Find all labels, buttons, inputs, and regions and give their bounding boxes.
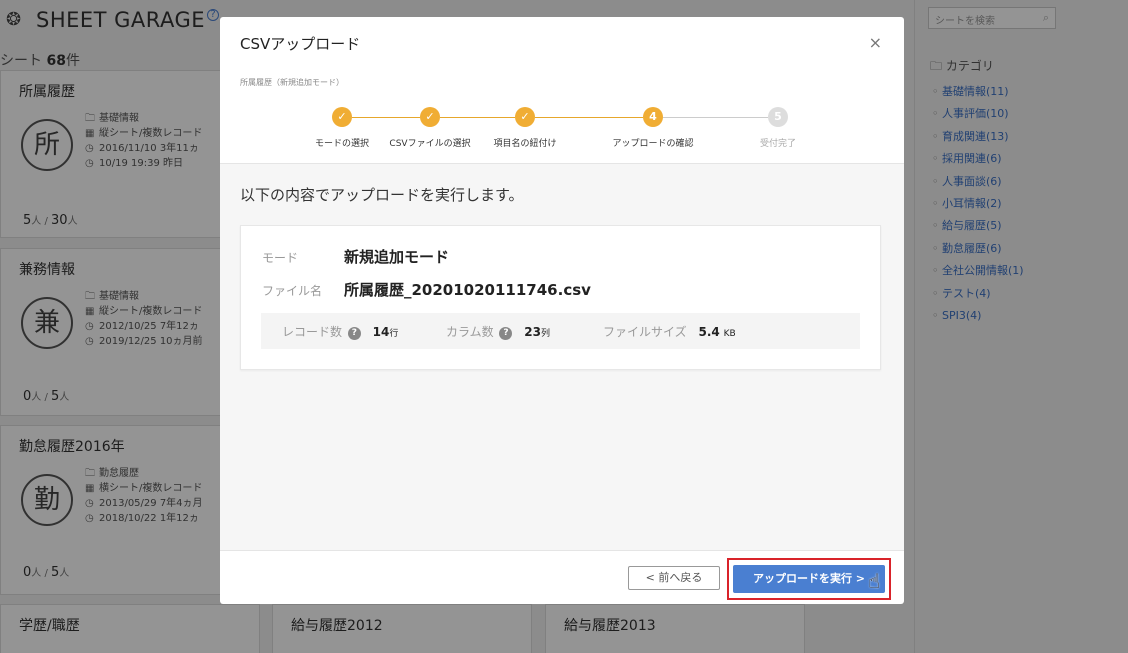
column-count: カラム数 ? 23列 [446,323,550,340]
dialog-title: CSVアップロード [240,35,361,53]
hand-cursor-icon: ☝ [868,569,881,593]
step-check-icon: ✓ [332,107,352,127]
step-label: モードの選択 [314,139,370,149]
columns-unit: 列 [541,329,551,339]
records-label: レコード数 [282,325,343,339]
step-connector [535,117,643,118]
execute-upload-button[interactable]: アップロードを実行 > [733,565,885,593]
stats-bar: レコード数 ? 14行 カラム数 ? 23列 ファイルサイズ 5.4 KB [261,313,860,349]
file-value: 所属履歴_20201020111746.csv [344,281,591,299]
dialog-subtitle: 所属履歴（新規追加モード） [240,78,344,87]
step-number-current: 4 [643,107,663,127]
records-unit: 行 [389,329,399,339]
upload-summary: モード 新規追加モード ファイル名 所属履歴_20201020111746.cs… [240,225,881,370]
size-unit: KB [723,329,736,339]
file-size: ファイルサイズ 5.4 KB [603,323,736,340]
file-label: ファイル名 [262,284,323,298]
help-icon[interactable]: ? [347,327,361,340]
help-icon[interactable]: ? [499,327,513,340]
step-label: 項目名の紐付け [493,139,557,149]
progress-stepper: ✓ ✓ ✓ 4 5 モードの選択 CSVファイルの選択 項目名の紐付け アップロ… [290,106,810,156]
size-value: 5.4 [698,325,720,339]
columns-value: 23 [524,325,541,339]
confirm-message: 以下の内容でアップロードを実行します。 [240,186,524,204]
step-connector [663,117,768,118]
csv-upload-dialog: CSVアップロード × 所属履歴（新規追加モード） ✓ ✓ ✓ 4 5 モードの… [220,17,904,604]
mode-value: 新規追加モード [344,248,450,266]
step-label: アップロードの確認 [612,139,694,149]
back-button[interactable]: < 前へ戻る [628,566,720,590]
step-connector [440,117,515,118]
step-label: 受付完了 [759,139,797,149]
records-value: 14 [372,325,390,339]
step-check-icon: ✓ [515,107,535,127]
mode-label: モード [262,251,299,265]
close-icon[interactable]: × [869,33,882,52]
record-count: レコード数 ? 14行 [282,323,398,340]
step-label: CSVファイルの選択 [389,139,471,149]
size-label: ファイルサイズ [603,325,687,339]
step-connector [352,117,420,118]
step-check-icon: ✓ [420,107,440,127]
step-number-pending: 5 [768,107,788,127]
dialog-body: 以下の内容でアップロードを実行します。 モード 新規追加モード ファイル名 所属… [220,164,904,550]
divider [220,550,904,551]
columns-label: カラム数 [446,325,494,339]
